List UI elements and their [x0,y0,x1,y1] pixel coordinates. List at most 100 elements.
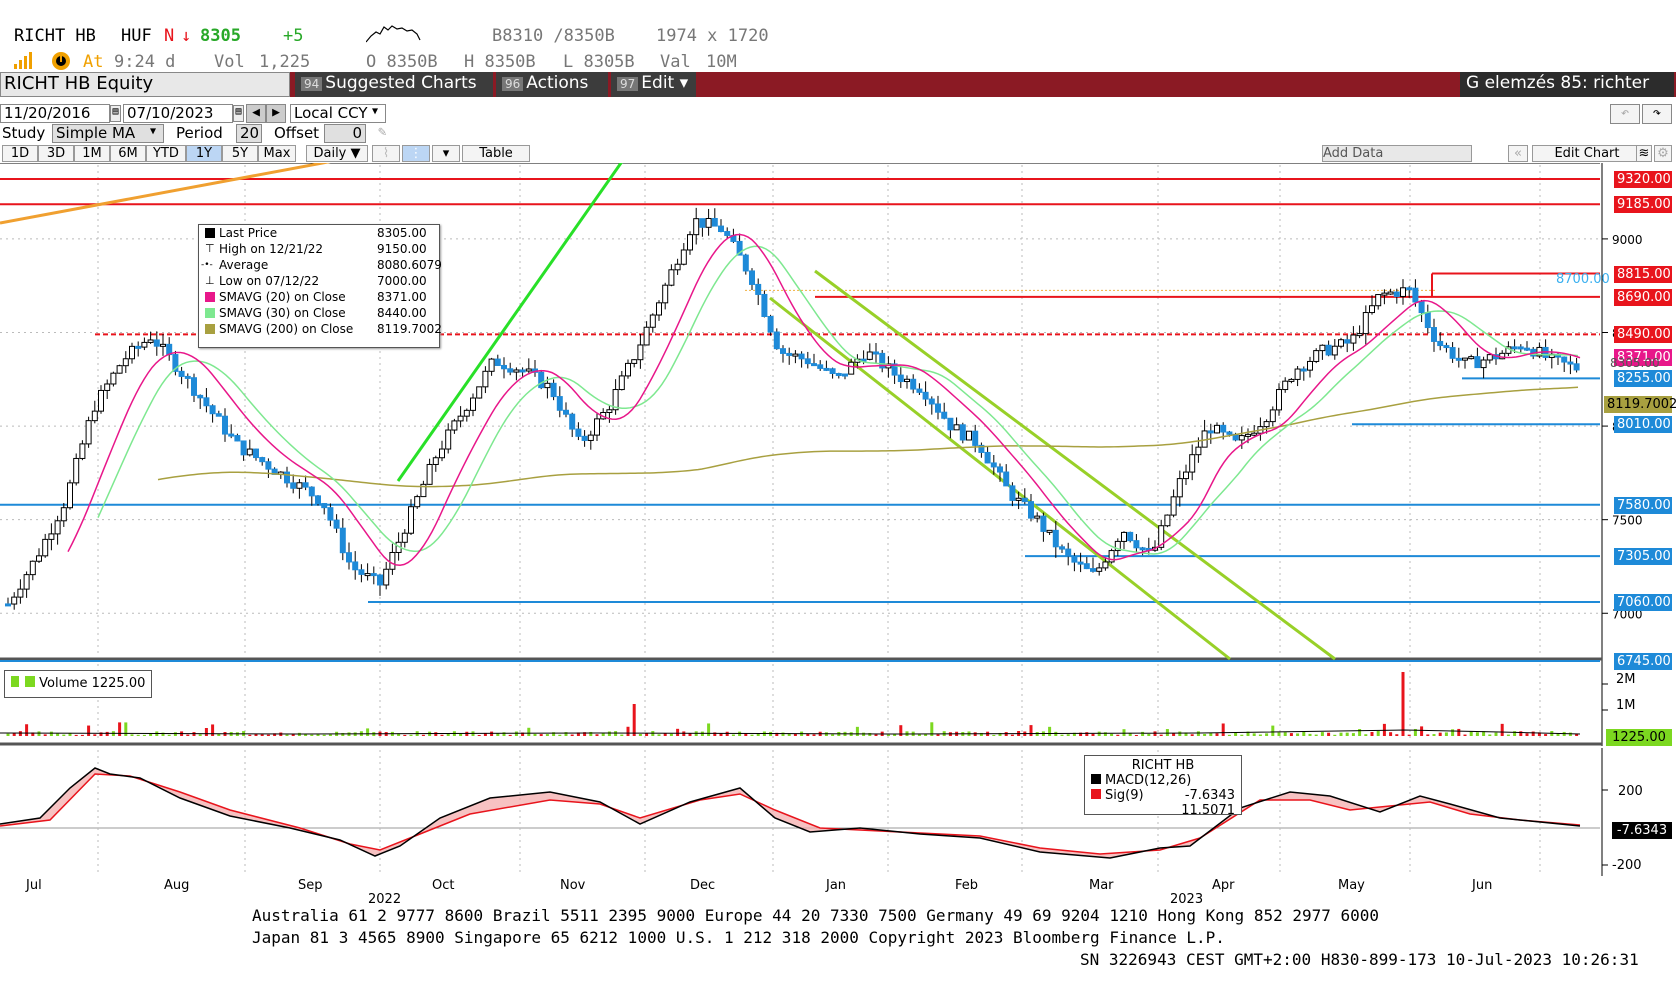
calendar-icon[interactable]: ▤ [233,105,244,122]
candle-body [668,269,675,286]
calendar-icon[interactable]: ▤ [110,105,121,122]
candle-body [389,551,396,570]
volume-bar [750,734,754,736]
candle-body [1195,446,1202,456]
candle-body [786,352,793,356]
volume-bar [1116,734,1120,736]
candle-body [73,457,80,484]
range-button-6m[interactable]: 6M [110,145,146,162]
candle-body [1034,515,1041,519]
undo-icon[interactable]: ↶ [1610,104,1640,124]
candle-body [1350,334,1357,344]
actions-button[interactable]: 96 Actions ▾ [496,72,608,113]
offset-field[interactable]: 0 [324,124,366,143]
gear-icon[interactable]: ⚙ [1654,145,1672,162]
candle-body [98,389,104,412]
volume-bar [1376,731,1380,736]
start-date-field[interactable]: 11/20/2016 [0,104,110,123]
volume-bar [1283,732,1287,736]
end-date-field[interactable]: 07/10/2023 [123,104,233,123]
pencil-icon[interactable]: ✎ [378,124,386,140]
candle-body [1003,471,1010,487]
volume-bar [93,734,97,736]
volume-bar [434,732,438,736]
chart-legend[interactable]: Last Price 8305.00 ⊤ High on 12/21/22 9150.0… [198,224,442,348]
chart-type-dropdown[interactable]: ▾ [432,145,460,162]
volume-bar [105,731,109,736]
range-button-1d[interactable]: 1D [2,145,38,162]
candle-body [488,358,495,372]
volume-bar [186,734,190,736]
candle-body [575,428,582,437]
range-button-3d[interactable]: 3D [38,145,74,162]
candle-body [36,555,42,562]
period-field[interactable]: 20 [236,124,262,143]
candle-body [1375,294,1382,307]
last-price-label: 8305.00 [1610,356,1660,370]
candle-body [240,440,247,456]
range-button-1y[interactable]: 1Y [186,145,222,162]
back-arrow-icon[interactable]: ◀ [246,104,266,123]
volume-bar [409,734,413,736]
edit-chart-button[interactable]: Edit Chart [1532,145,1642,162]
volume-bar [37,731,41,736]
value-amount: 10M [706,52,737,72]
candle-body [178,370,185,377]
candle-body [1344,339,1351,344]
candle-body [513,369,520,373]
macd-legend-title: RICHT HB [1131,758,1195,773]
candle-body [1220,424,1227,433]
security-field[interactable]: RICHT HB Equity [0,72,290,97]
line-chart-icon[interactable]: ⌇ [372,145,400,162]
edit-button[interactable]: 97 Edit ▾ [611,72,696,97]
volume-bar [1500,723,1504,736]
candle-body [11,596,18,605]
candle-body [718,225,724,233]
range-button-ytd[interactable]: YTD [146,145,186,162]
volume-bar [1426,734,1430,736]
forward-arrow-icon[interactable]: ▶ [266,104,286,123]
candle-body [1170,496,1177,516]
volume-bar [1258,734,1262,736]
table-button[interactable]: Table [462,145,530,162]
add-data-field[interactable]: Add Data [1322,145,1472,162]
candle-body [1052,529,1059,548]
range-button-5y[interactable]: 5Y [222,145,258,162]
candle-body [290,482,297,489]
price-level-label: 9185.00 [1614,196,1672,214]
chart-settings-icon[interactable]: ≋ [1636,145,1652,162]
volume-bar [56,733,60,736]
volume-bar [118,722,122,736]
candle-chart-icon[interactable]: ⋮ [402,145,430,162]
candle-body [1455,357,1462,361]
bid-ask-size: 1974 x 1720 [656,26,769,46]
volume-bar [1296,733,1300,736]
candle-body [259,457,266,463]
volume-chart[interactable] [0,662,1676,746]
candle-body [222,415,228,435]
candle-body [209,405,216,415]
legend-row: ⊤ High on 12/21/22 9150.00 [199,241,439,257]
candle-body [1437,340,1444,347]
candle-body [358,569,365,575]
volume-bar [676,728,680,736]
bid-ask: B8310 /8350B [492,26,615,46]
suggested-charts-button[interactable]: 94 Suggested Charts ▾ [295,72,493,113]
macd-chart[interactable] [0,748,1676,876]
legend-value: 9150.00 [377,242,427,256]
collapse-icon[interactable]: « [1508,145,1528,162]
range-button-max[interactable]: Max [258,145,296,162]
macd-legend: RICHT HB MACD(12,26) -7.6343 Sig(9) 11.507… [1084,755,1242,818]
range-button-1m[interactable]: 1M [74,145,110,162]
candle-body [1059,546,1065,550]
price-level-label: 8255.00 [1614,370,1672,388]
volume-bar [886,734,890,736]
sma-200-line [157,386,1579,488]
candle-body [414,496,421,508]
candle-body [1294,368,1301,380]
price-level-label: 9320.00 [1614,171,1672,188]
redo-icon[interactable]: ↷ [1642,104,1672,124]
price-level-label: 8010.00 [1614,416,1672,434]
study-select[interactable]: Simple MA [52,124,164,143]
frequency-select[interactable]: Daily ▼ [306,145,368,162]
